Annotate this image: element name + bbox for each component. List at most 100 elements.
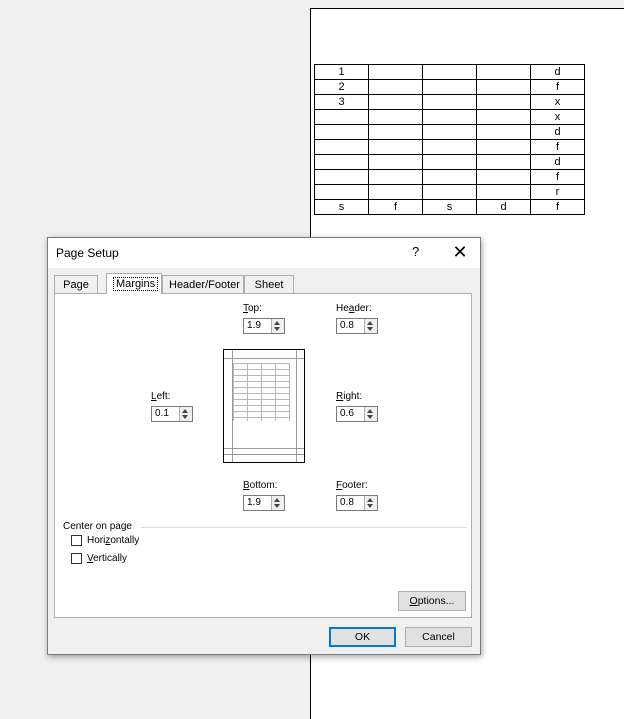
spin-up-icon[interactable] (182, 409, 188, 413)
section-divider (141, 527, 467, 528)
header-margin-value[interactable]: 0.8 (340, 320, 354, 331)
table-cell (476, 184, 531, 200)
table-cell (314, 124, 369, 140)
table-cell: f (530, 139, 585, 155)
table-cell (422, 139, 477, 155)
spinner-arrows[interactable] (271, 319, 284, 333)
spin-down-icon[interactable] (274, 504, 280, 508)
tab-margins[interactable]: Margins (106, 273, 162, 294)
bottom-margin-spinner[interactable]: 1.9 (243, 495, 285, 511)
tab-sheet[interactable]: Sheet (244, 275, 294, 293)
spin-down-icon[interactable] (182, 415, 188, 419)
table-cell: f (368, 199, 423, 215)
tab-page[interactable]: Page (54, 275, 98, 293)
footer-margin-spinner[interactable]: 0.8 (336, 495, 378, 511)
table-cell (368, 169, 423, 185)
page-setup-dialog: Page Setup ? ✕ Page Margins Header/Foote… (47, 237, 481, 655)
spinner-arrows[interactable] (364, 319, 377, 333)
spin-up-icon[interactable] (274, 321, 280, 325)
ok-button[interactable]: OK (329, 627, 396, 647)
spin-up-icon[interactable] (367, 321, 373, 325)
center-on-page-title: Center on page (63, 521, 132, 532)
table-cell (368, 64, 423, 80)
right-margin-value[interactable]: 0.6 (340, 408, 354, 419)
table-cell: 3 (314, 94, 369, 110)
table-cell (422, 169, 477, 185)
horizontally-checkbox[interactable] (71, 535, 82, 546)
table-cell: f (530, 79, 585, 95)
right-margin-spinner[interactable]: 0.6 (336, 406, 378, 422)
footer-margin-value[interactable]: 0.8 (340, 497, 354, 508)
header-margin-spinner[interactable]: 0.8 (336, 318, 378, 334)
margin-guide (224, 454, 304, 455)
dialog-titlebar[interactable]: Page Setup ? ✕ (48, 238, 480, 268)
margins-panel: Top: 1.9 Header: 0.8 Left: 0.1 Right: 0.… (54, 293, 472, 618)
spin-up-icon[interactable] (367, 409, 373, 413)
table-cell: x (530, 109, 585, 125)
spin-down-icon[interactable] (367, 327, 373, 331)
table-cell (368, 154, 423, 170)
left-margin-spinner[interactable]: 0.1 (151, 406, 193, 422)
table-row: d (314, 124, 585, 140)
header-label: Header: (336, 303, 372, 314)
table-cell (422, 109, 477, 125)
spinner-arrows[interactable] (179, 407, 192, 421)
table-cell (368, 184, 423, 200)
preview-grid (233, 363, 290, 421)
spin-up-icon[interactable] (274, 498, 280, 502)
vertically-checkbox[interactable] (71, 553, 82, 564)
table-cell: x (530, 94, 585, 110)
top-margin-value[interactable]: 1.9 (247, 320, 261, 331)
table-cell (422, 79, 477, 95)
spinner-arrows[interactable] (364, 496, 377, 510)
table-cell (368, 94, 423, 110)
spin-down-icon[interactable] (274, 327, 280, 331)
table-cell: 2 (314, 79, 369, 95)
margin-guide (296, 350, 297, 462)
bottom-margin-value[interactable]: 1.9 (247, 497, 261, 508)
spinner-arrows[interactable] (364, 407, 377, 421)
table-cell (476, 169, 531, 185)
table-cell (368, 139, 423, 155)
table-row: 3x (314, 94, 585, 110)
tab-header-footer[interactable]: Header/Footer (162, 275, 244, 293)
vertically-label[interactable]: Vertically (87, 553, 127, 564)
sheet-table: 1d2f3xxdfdfrsfsdf (314, 64, 585, 215)
table-cell: r (530, 184, 585, 200)
spin-down-icon[interactable] (367, 415, 373, 419)
table-cell (314, 169, 369, 185)
table-cell (476, 79, 531, 95)
table-cell (422, 64, 477, 80)
top-label: Top: (243, 303, 262, 314)
table-cell: s (422, 199, 477, 215)
table-row: 1d (314, 64, 585, 80)
table-row: d (314, 154, 585, 170)
table-cell: d (530, 124, 585, 140)
right-label: Right: (336, 391, 363, 402)
spinner-arrows[interactable] (271, 496, 284, 510)
table-cell (476, 139, 531, 155)
close-icon[interactable]: ✕ (448, 241, 472, 263)
table-cell: f (530, 199, 585, 215)
help-button[interactable]: ? (412, 244, 419, 259)
table-cell (476, 109, 531, 125)
table-row: 2f (314, 79, 585, 95)
table-row: f (314, 169, 585, 185)
horizontally-label[interactable]: Horizontally (87, 535, 139, 546)
spin-down-icon[interactable] (367, 504, 373, 508)
cancel-button[interactable]: Cancel (405, 627, 472, 647)
left-margin-value[interactable]: 0.1 (155, 408, 169, 419)
table-cell (422, 184, 477, 200)
page-preview (223, 349, 305, 463)
table-cell (422, 94, 477, 110)
table-cell (368, 109, 423, 125)
options-button[interactable]: Options... (398, 591, 466, 611)
table-cell (476, 124, 531, 140)
spin-up-icon[interactable] (367, 498, 373, 502)
table-cell (368, 79, 423, 95)
table-row: sfsdf (314, 199, 585, 215)
top-margin-spinner[interactable]: 1.9 (243, 318, 285, 334)
table-cell: d (530, 64, 585, 80)
table-cell: 1 (314, 64, 369, 80)
table-row: x (314, 109, 585, 125)
